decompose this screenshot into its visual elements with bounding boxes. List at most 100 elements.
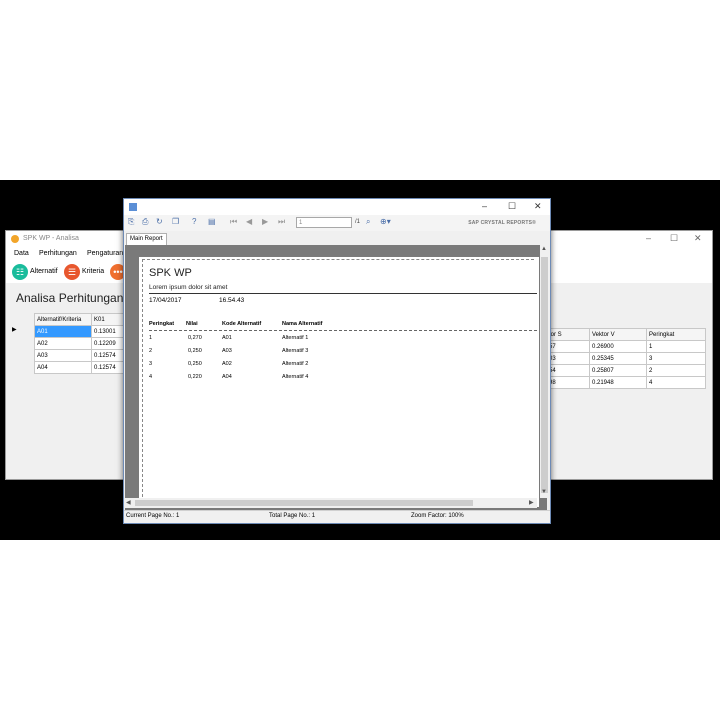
report-viewer-window: – ☐ ✕ ⎘ ⎙ ↻ ❐ ? ▤ ⏮ ◀ ▶ ⏭ 1 /1 ⌕ ⊕▾ SAP … bbox=[123, 198, 551, 524]
list-icon: ☷ bbox=[12, 264, 28, 280]
grid-cell[interactable]: 4 bbox=[646, 376, 706, 389]
grid-cell[interactable]: 03 bbox=[546, 352, 590, 365]
grid-cell[interactable]: A03 bbox=[34, 349, 92, 362]
column-header: Nama Alternatif bbox=[282, 321, 323, 327]
minimize-icon[interactable]: – bbox=[482, 201, 487, 211]
report-cell: 4 bbox=[149, 374, 153, 380]
help-icon[interactable]: ? bbox=[192, 217, 196, 226]
vertical-scrollbar[interactable]: ▲ ▼ bbox=[540, 245, 549, 498]
more-icon: ••• bbox=[110, 264, 124, 280]
report-cell: A03 bbox=[222, 348, 232, 354]
table-row[interactable]: A03 0.12574 bbox=[34, 349, 127, 362]
report-cell: Alternatif 3 bbox=[282, 348, 309, 354]
report-subtitle: Lorem ipsum dolor sit amet bbox=[149, 284, 228, 291]
column-header[interactable]: Peringkat bbox=[646, 328, 706, 341]
scroll-down-icon[interactable]: ▼ bbox=[541, 489, 547, 495]
menu-perhitungan[interactable]: Perhitungan bbox=[39, 250, 77, 257]
close-icon[interactable]: ✕ bbox=[534, 201, 542, 212]
menu-data[interactable]: Data bbox=[14, 250, 29, 257]
app-icon bbox=[11, 235, 19, 243]
last-page-icon[interactable]: ⏭ bbox=[278, 217, 285, 227]
page-margin-guide bbox=[142, 259, 534, 260]
grid-cell[interactable]: A04 bbox=[34, 361, 92, 374]
report-cell: 0,250 bbox=[188, 348, 202, 354]
grid-cell[interactable]: 0.21948 bbox=[589, 376, 647, 389]
report-cell: 1 bbox=[149, 335, 153, 341]
report-canvas[interactable]: SPK WP Lorem ipsum dolor sit amet 17/04/… bbox=[125, 245, 547, 510]
scroll-thumb[interactable] bbox=[541, 257, 548, 493]
group-tree-icon[interactable]: ▤ bbox=[208, 217, 216, 226]
grid-cell[interactable]: 0.12574 bbox=[91, 349, 127, 362]
prev-page-icon[interactable]: ◀ bbox=[246, 217, 252, 226]
report-cell: Alternatif 4 bbox=[282, 374, 309, 380]
divider bbox=[149, 330, 537, 331]
find-icon[interactable]: ⌕ bbox=[366, 217, 370, 227]
table-row[interactable]: 54 0.25807 2 bbox=[546, 364, 706, 377]
menu-icon: ☰ bbox=[64, 264, 80, 280]
menu-pengaturan[interactable]: Pengaturan bbox=[87, 250, 123, 257]
table-row[interactable]: 98 0.21948 4 bbox=[546, 376, 706, 389]
scroll-thumb[interactable] bbox=[135, 500, 473, 506]
minimize-icon[interactable]: – bbox=[646, 233, 651, 243]
report-title: SPK WP bbox=[149, 267, 192, 279]
column-header[interactable]: Alternatif/Kriteria bbox=[34, 313, 92, 326]
zoom-icon[interactable]: ⊕▾ bbox=[380, 217, 391, 226]
column-header[interactable]: K01 bbox=[91, 313, 127, 326]
more-button[interactable]: ••• bbox=[110, 264, 124, 280]
row-indicator-icon: ▶ bbox=[12, 327, 17, 333]
grid-cell[interactable]: 0.13001 bbox=[91, 325, 127, 338]
table-row[interactable]: A02 0.12209 bbox=[34, 337, 127, 350]
copy-icon[interactable]: ❐ bbox=[172, 217, 179, 226]
first-page-icon[interactable]: ⏮ bbox=[230, 217, 237, 227]
kriteria-button[interactable]: ☰ Kriteria bbox=[64, 264, 108, 280]
divider bbox=[149, 293, 537, 294]
scroll-up-icon[interactable]: ▲ bbox=[541, 246, 547, 252]
grid-cell[interactable]: 0.25807 bbox=[589, 364, 647, 377]
horizontal-scrollbar[interactable]: ◀ ▶ bbox=[125, 498, 537, 508]
maximize-icon[interactable]: ☐ bbox=[508, 201, 516, 212]
current-page-status: Current Page No.: 1 bbox=[126, 513, 180, 519]
grid-cell[interactable]: 0.12209 bbox=[91, 337, 127, 350]
next-page-icon[interactable]: ▶ bbox=[262, 217, 268, 226]
tab-main-report[interactable]: Main Report bbox=[126, 233, 167, 245]
total-page-status: Total Page No.: 1 bbox=[269, 513, 316, 519]
grid-cell[interactable]: A02 bbox=[34, 337, 92, 350]
table-row[interactable]: 03 0.25345 3 bbox=[546, 352, 706, 365]
refresh-icon[interactable]: ↻ bbox=[156, 217, 163, 226]
scroll-right-icon[interactable]: ▶ bbox=[529, 499, 534, 506]
grid-cell[interactable]: 54 bbox=[546, 364, 590, 377]
grid-cell[interactable]: 98 bbox=[546, 376, 590, 389]
scroll-left-icon[interactable]: ◀ bbox=[126, 499, 131, 506]
maximize-icon[interactable]: ☐ bbox=[670, 233, 678, 244]
report-page: SPK WP Lorem ipsum dolor sit amet 17/04/… bbox=[139, 257, 539, 507]
column-header[interactable]: tor S bbox=[546, 328, 590, 341]
grid-cell[interactable]: 2 bbox=[646, 364, 706, 377]
grid-cell[interactable]: 3 bbox=[646, 352, 706, 365]
column-header[interactable]: Vektor V bbox=[589, 328, 647, 341]
grid-cell[interactable]: 1 bbox=[646, 340, 706, 353]
report-cell: 0,250 bbox=[188, 361, 202, 367]
alternatif-button[interactable]: ☷ Alternatif bbox=[12, 264, 62, 280]
table-row[interactable]: A01 0.13001 bbox=[34, 325, 127, 338]
report-cell: 2 bbox=[149, 348, 153, 354]
report-toolbar: ⎘ ⎙ ↻ ❐ ? ▤ ⏮ ◀ ▶ ⏭ 1 /1 ⌕ ⊕▾ SAP CRYSTA… bbox=[124, 215, 550, 232]
table-row[interactable]: 57 0.26900 1 bbox=[546, 340, 706, 353]
zoom-status: Zoom Factor: 100% bbox=[411, 513, 464, 519]
left-data-grid[interactable]: Alternatif/Kriteria K01 A01 0.13001 A02 … bbox=[34, 313, 127, 374]
print-icon[interactable]: ⎙ bbox=[142, 217, 148, 227]
report-cell: A01 bbox=[222, 335, 232, 341]
page-number-input[interactable]: 1 bbox=[296, 217, 352, 228]
page-title: Analisa Perhitungan bbox=[16, 291, 124, 305]
grid-cell[interactable]: A01 bbox=[34, 325, 92, 338]
grid-cell[interactable]: 0.25345 bbox=[589, 352, 647, 365]
close-icon[interactable]: ✕ bbox=[694, 233, 702, 244]
report-cell: A04 bbox=[222, 374, 232, 380]
grid-cell[interactable]: 57 bbox=[546, 340, 590, 353]
right-data-grid[interactable]: tor S Vektor V Peringkat 57 0.26900 1 03… bbox=[546, 328, 706, 389]
export-icon[interactable]: ⎘ bbox=[128, 217, 134, 227]
table-row[interactable]: A04 0.12574 bbox=[34, 361, 127, 374]
grid-cell[interactable]: 0.12574 bbox=[91, 361, 127, 374]
grid-cell[interactable]: 0.26900 bbox=[589, 340, 647, 353]
total-pages-label: /1 bbox=[355, 219, 361, 225]
column-header: Nilai bbox=[186, 321, 198, 327]
